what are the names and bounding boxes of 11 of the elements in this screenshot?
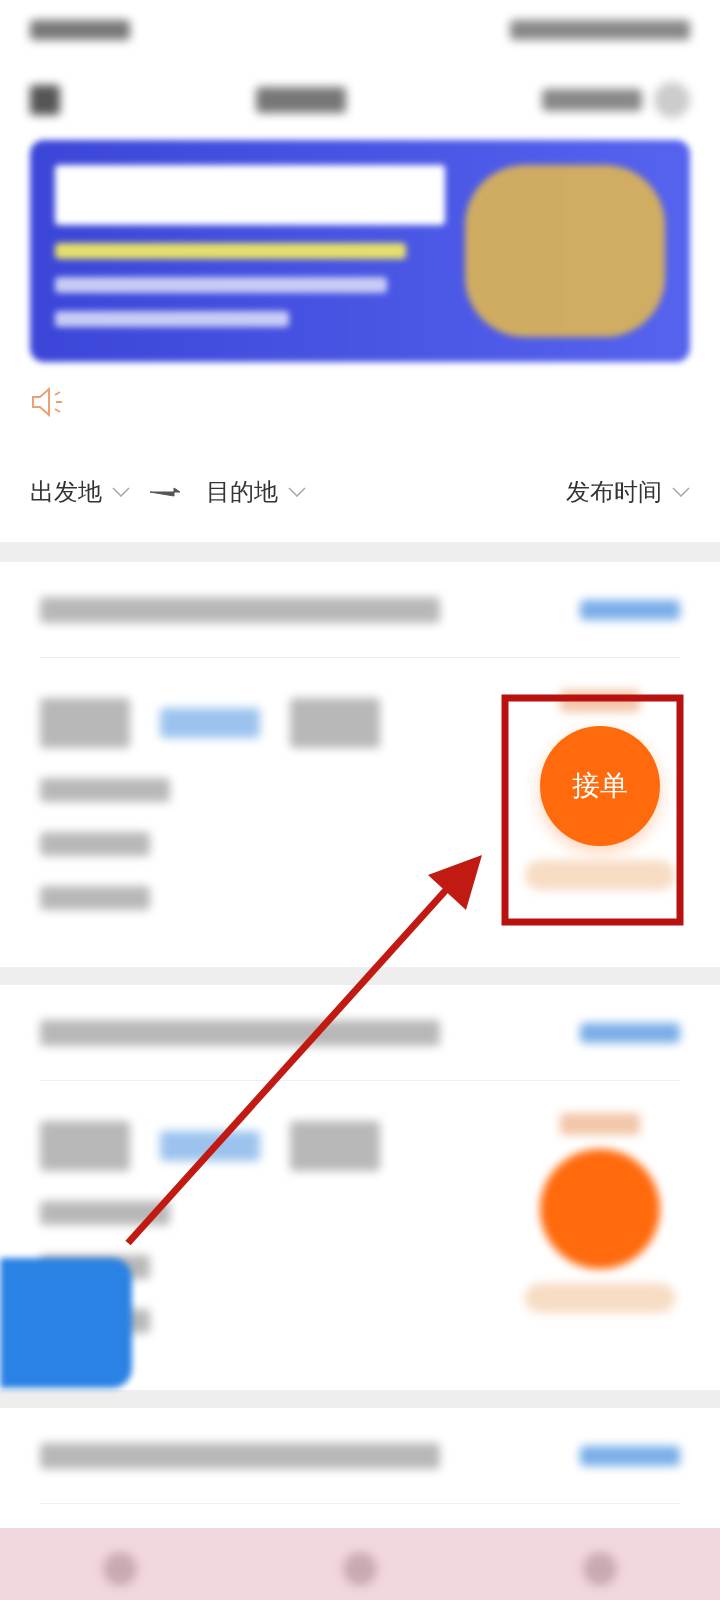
- filter-dropdown[interactable]: 发布时间: [566, 476, 690, 508]
- blurred-icon: [103, 1552, 137, 1586]
- blurred-icon: [654, 82, 690, 118]
- chevron-down-icon: [288, 487, 306, 497]
- chevron-down-icon: [672, 487, 690, 497]
- blurred-icon: [583, 1552, 617, 1586]
- blurred-icon: [343, 1552, 377, 1586]
- filter-dropdown[interactable]: 目的地: [206, 476, 306, 508]
- chevron-down-icon: [112, 487, 130, 497]
- blurred-icon: [30, 85, 60, 115]
- filter-dropdown[interactable]: 出发地: [30, 476, 130, 508]
